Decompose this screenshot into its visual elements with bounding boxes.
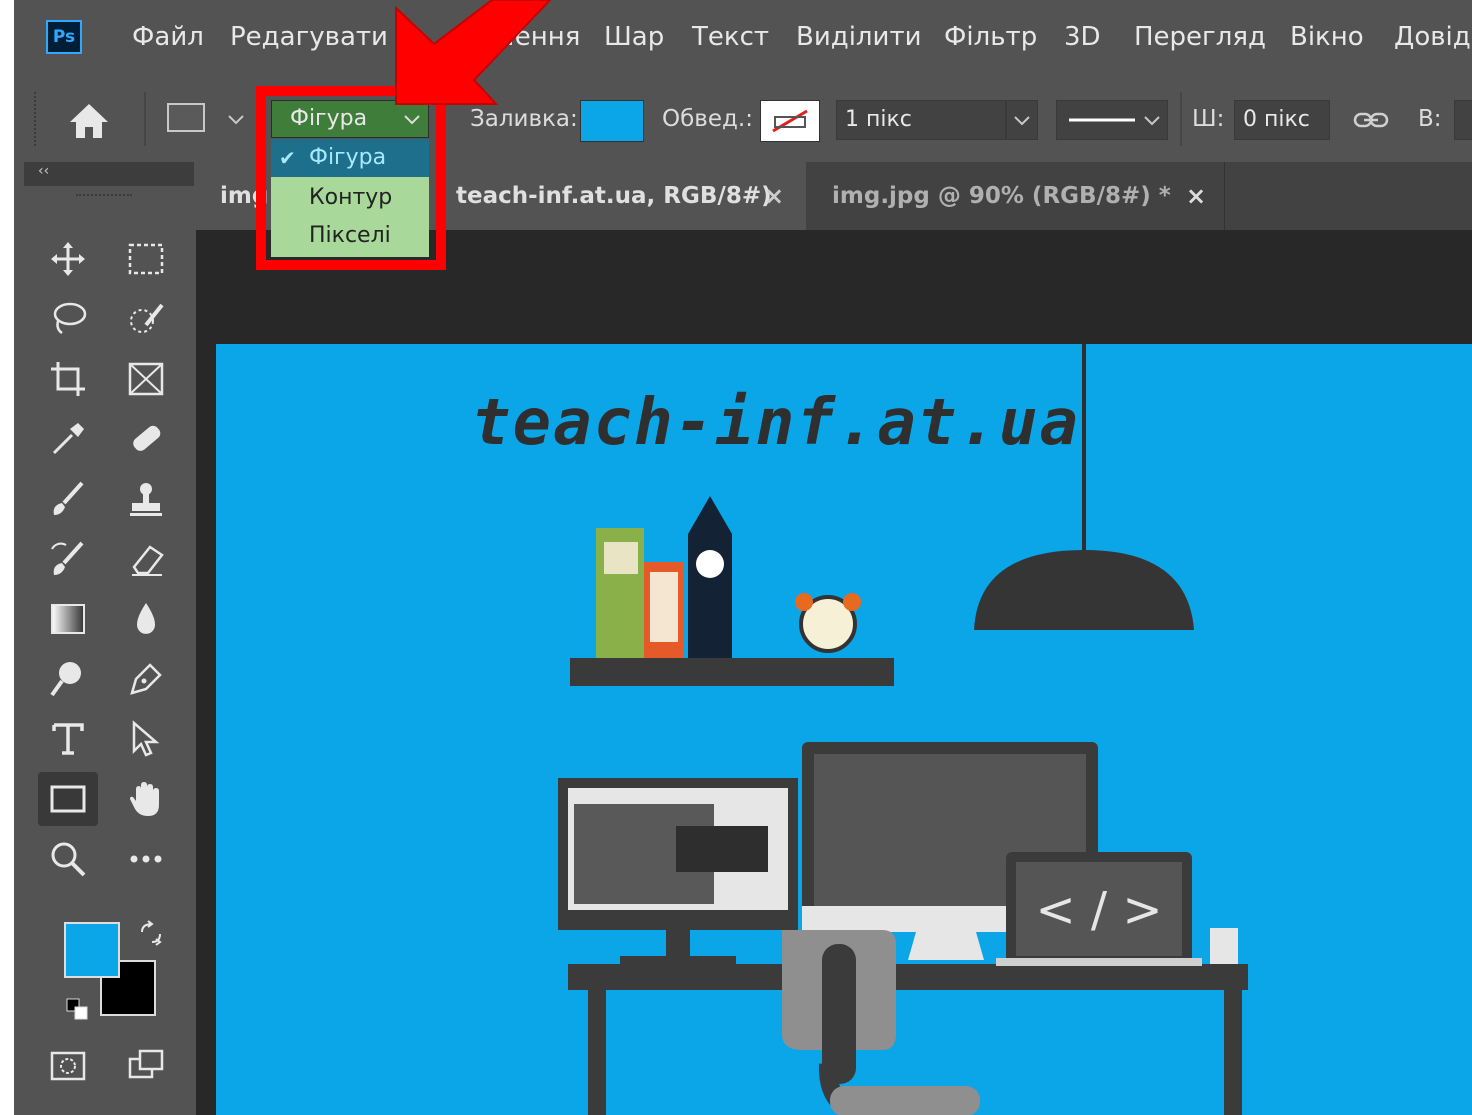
menu-edit[interactable]: Редагувати: [230, 22, 388, 52]
menu-select[interactable]: Виділити: [796, 22, 922, 52]
pointer-arrow: [395, 0, 552, 105]
brush-icon[interactable]: [38, 472, 98, 526]
tab-title-right: teach-inf.at.ua, RGB/8#): [456, 183, 772, 209]
move-icon[interactable]: [38, 232, 98, 286]
stroke-width-dropdown[interactable]: [1006, 100, 1038, 140]
workspace-illustration: < / >: [558, 344, 1248, 1115]
menu-3d[interactable]: 3D: [1064, 22, 1101, 52]
canvas-area[interactable]: teach-inf.at.ua < / >: [196, 230, 1472, 1115]
default-colors-icon[interactable]: [66, 998, 90, 1022]
chevron-down-icon[interactable]: [226, 112, 246, 126]
path-select-icon[interactable]: [116, 712, 176, 766]
eraser-icon[interactable]: [116, 532, 176, 586]
tools-panel: ‹‹: [24, 162, 194, 1115]
home-icon[interactable]: [66, 98, 112, 142]
tools-grip[interactable]: [76, 194, 132, 206]
rectangle-icon[interactable]: [38, 772, 98, 826]
frame-icon[interactable]: [116, 352, 176, 406]
highlight-box: [256, 86, 446, 270]
menu-bar: Ps Файл Редагувати ...ення Шар Текст Вид…: [14, 0, 1472, 78]
hand-icon[interactable]: [116, 772, 176, 826]
foreground-color-swatch[interactable]: [64, 922, 120, 978]
stroke-style-dropdown[interactable]: [1056, 100, 1168, 140]
tab-img-jpg[interactable]: img.jpg @ 90% (RGB/8#) * ×: [806, 162, 1225, 230]
quick-select-icon[interactable]: [116, 292, 176, 346]
blur-icon[interactable]: [116, 592, 176, 646]
stroke-width-field[interactable]: 1 пікс: [836, 100, 1006, 140]
quick-mask-icon[interactable]: [38, 1038, 98, 1092]
width-label: Ш:: [1192, 106, 1225, 132]
crop-icon[interactable]: [38, 352, 98, 406]
close-icon[interactable]: ×: [1186, 162, 1206, 230]
fill-swatch[interactable]: [580, 100, 644, 142]
stamp-icon[interactable]: [116, 472, 176, 526]
lasso-icon[interactable]: [38, 292, 98, 346]
marquee-icon[interactable]: [116, 232, 176, 286]
tools-collapse-icon[interactable]: ‹‹: [24, 162, 194, 186]
menu-help[interactable]: Довід: [1394, 22, 1471, 52]
more-icon[interactable]: [116, 832, 176, 886]
height-label: В:: [1418, 106, 1442, 132]
height-field[interactable]: [1454, 100, 1472, 140]
stroke-swatch[interactable]: [760, 100, 820, 142]
pen-icon[interactable]: [116, 652, 176, 706]
gradient-icon[interactable]: [38, 592, 98, 646]
menu-layer[interactable]: Шар: [604, 22, 664, 52]
close-icon[interactable]: ×: [764, 162, 784, 230]
menu-window[interactable]: Вікно: [1290, 22, 1364, 52]
laptop-code-text: < / >: [1035, 882, 1162, 938]
photoshop-window: Ps Файл Редагувати ...ення Шар Текст Вид…: [14, 0, 1472, 1115]
shape-preset-icon[interactable]: [166, 102, 206, 134]
swap-colors-icon[interactable]: [138, 920, 164, 946]
separator: [1180, 92, 1182, 146]
menu-view[interactable]: Перегляд: [1134, 22, 1266, 52]
dodge-icon[interactable]: [38, 652, 98, 706]
type-icon[interactable]: [38, 712, 98, 766]
eyedropper-icon[interactable]: [38, 412, 98, 466]
width-field[interactable]: 0 пікс: [1234, 100, 1330, 140]
menu-filter[interactable]: Фільтр: [944, 22, 1037, 52]
menu-file[interactable]: Файл: [132, 22, 204, 52]
stroke-label: Обвед.:: [662, 106, 753, 132]
menu-type[interactable]: Текст: [692, 22, 769, 52]
options-bar: Заливка: Обвед.: 1 пікс Ш: 0 пікс В:: [14, 80, 1472, 160]
zoom-icon[interactable]: [38, 832, 98, 886]
options-grip[interactable]: [34, 92, 40, 146]
history-brush-icon[interactable]: [38, 532, 98, 586]
ps-logo: Ps: [46, 20, 82, 54]
tab-title: img.jpg @ 90% (RGB/8#) *: [832, 183, 1171, 209]
link-icon[interactable]: [1352, 106, 1392, 134]
healing-icon[interactable]: [116, 412, 176, 466]
separator: [144, 92, 146, 146]
document-image[interactable]: teach-inf.at.ua < / >: [216, 344, 1472, 1115]
screen-mode-icon[interactable]: [116, 1038, 176, 1092]
